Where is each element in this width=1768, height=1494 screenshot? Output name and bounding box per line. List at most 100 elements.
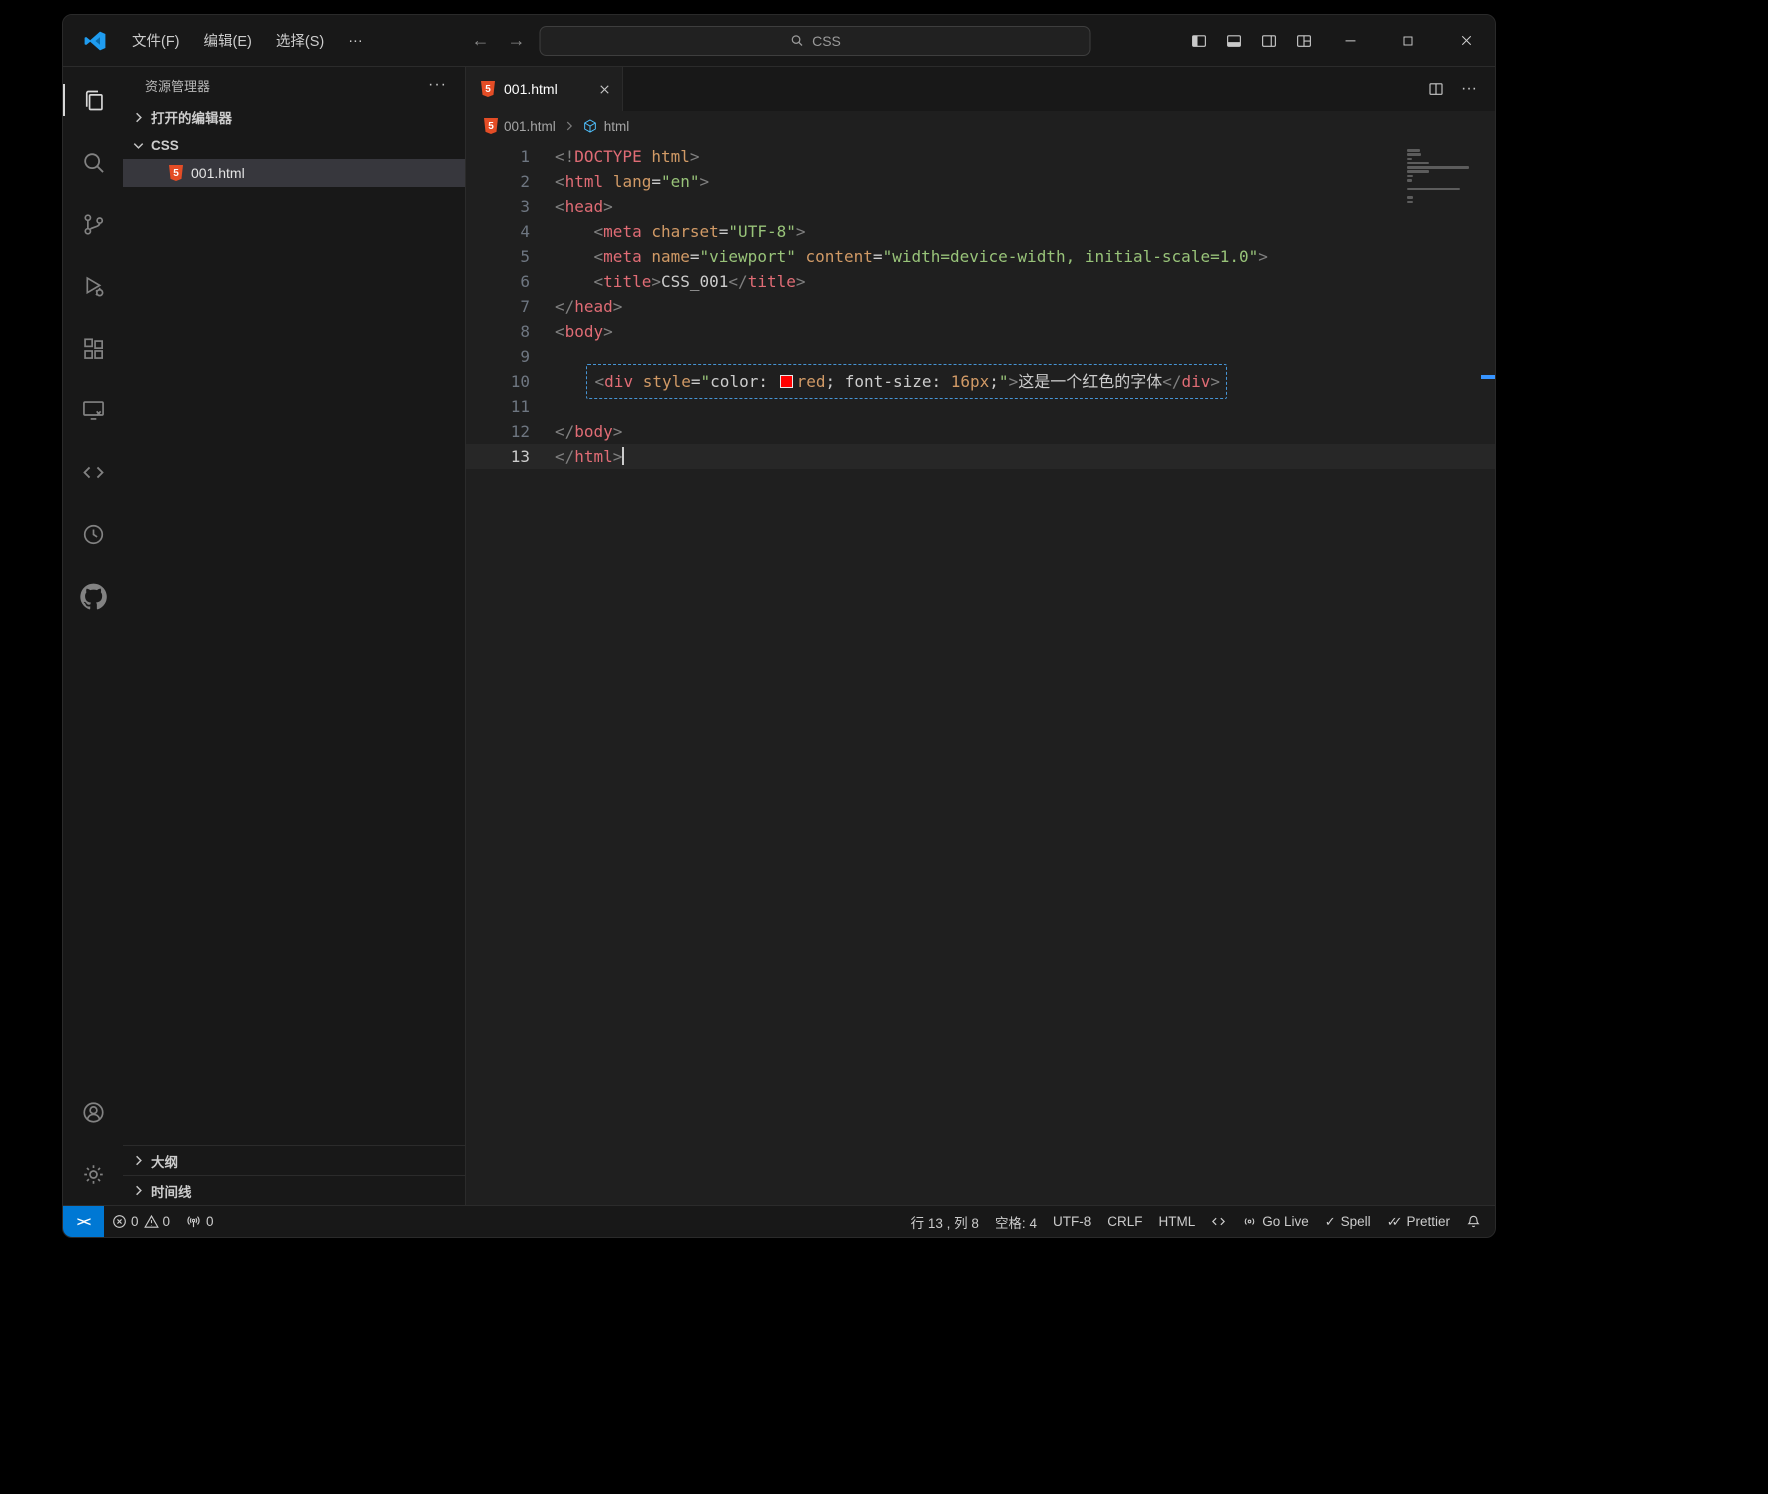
sidebar-title: 资源管理器 — [145, 76, 210, 95]
screen: 文件(F) 编辑(E) 选择(S) ··· ← → CSS — [0, 0, 1768, 1494]
nav-back-icon[interactable]: ← — [468, 30, 494, 51]
editor-actions: ··· — [1427, 67, 1495, 111]
titlebar-right — [1181, 15, 1495, 66]
titlebar: 文件(F) 编辑(E) 选择(S) ··· ← → CSS — [63, 15, 1495, 67]
folder-section-css[interactable]: CSS — [123, 131, 465, 159]
menu-file[interactable]: 文件(F) — [121, 25, 191, 56]
broadcast-icon — [1242, 1214, 1257, 1229]
go-live-label: Go Live — [1262, 1214, 1309, 1229]
line-number: 7 — [466, 294, 530, 319]
status-bar: >< 0 0 0 行 13 , 列 8 空格: 4 UTF-8 CRL — [63, 1205, 1495, 1237]
timeline-icon[interactable] — [63, 503, 123, 565]
account-icon[interactable] — [63, 1081, 123, 1143]
line-number: 4 — [466, 219, 530, 244]
outline-label: 大纲 — [151, 1151, 178, 1171]
breadcrumb-file[interactable]: 001.html — [504, 119, 556, 134]
vscode-window: 文件(F) 编辑(E) 选择(S) ··· ← → CSS — [62, 14, 1496, 1238]
code-line-7[interactable]: 7</head> — [466, 294, 1495, 319]
breadcrumb-symbol[interactable]: html — [604, 119, 630, 134]
go-live-button[interactable]: Go Live — [1234, 1206, 1317, 1237]
remote-indicator[interactable]: >< — [63, 1206, 104, 1237]
ports-status[interactable]: 0 — [178, 1206, 222, 1237]
github-icon[interactable] — [63, 565, 123, 627]
editor-scrollbar[interactable] — [1481, 141, 1495, 1205]
close-icon[interactable] — [1437, 15, 1495, 66]
outline-section[interactable]: 大纲 — [123, 1145, 465, 1175]
error-count: 0 — [131, 1214, 139, 1229]
source-control-icon[interactable] — [63, 193, 123, 255]
line-number: 2 — [466, 169, 530, 194]
code-line-2[interactable]: 2<html lang="en"> — [466, 169, 1495, 194]
search-text: CSS — [812, 33, 841, 49]
line-content: <!DOCTYPE html> — [530, 144, 700, 169]
code-editor[interactable]: 1<!DOCTYPE html>2<html lang="en">3<head>… — [466, 141, 1495, 1205]
code-line-6[interactable]: 6 <title>CSS_001</title> — [466, 269, 1495, 294]
file-item-001-html[interactable]: 5 001.html — [123, 159, 465, 187]
timeline-section[interactable]: 时间线 — [123, 1175, 465, 1205]
extensions-icon[interactable] — [63, 317, 123, 379]
editor-group: 5 001.html ··· 5 001.h — [466, 67, 1495, 1205]
chevron-right-icon — [129, 1152, 147, 1170]
menu-edit[interactable]: 编辑(E) — [193, 25, 263, 56]
settings-gear-icon[interactable] — [63, 1143, 123, 1205]
code-line-10[interactable]: 10 <div style="color: red; font-size: 16… — [466, 369, 1495, 394]
split-editor-icon[interactable] — [1427, 80, 1445, 98]
open-in-browser-icon[interactable] — [1203, 1206, 1234, 1237]
menu-more-icon[interactable]: ··· — [337, 28, 374, 54]
code-line-12[interactable]: 12</body> — [466, 419, 1495, 444]
problems-status[interactable]: 0 0 — [104, 1206, 178, 1237]
encoding[interactable]: UTF-8 — [1045, 1206, 1099, 1237]
nav-forward-icon[interactable]: → — [504, 30, 530, 51]
prettier-label: Prettier — [1406, 1214, 1450, 1229]
sidebar-more-icon[interactable]: ··· — [424, 76, 451, 94]
explorer-sidebar: 资源管理器 ··· 打开的编辑器 CSS 5 — [123, 67, 466, 1205]
cursor-position[interactable]: 行 13 , 列 8 — [903, 1206, 987, 1237]
line-number: 12 — [466, 419, 530, 444]
toggle-sidebar-icon[interactable] — [1181, 24, 1216, 58]
titlebar-left: 文件(F) 编辑(E) 选择(S) ··· — [63, 25, 374, 56]
editor-more-icon[interactable]: ··· — [1461, 80, 1477, 98]
language-mode[interactable]: HTML — [1150, 1206, 1203, 1237]
statusbar-right: 行 13 , 列 8 空格: 4 UTF-8 CRLF HTML Go Live… — [903, 1206, 1495, 1237]
code-line-13[interactable]: 13</html> — [466, 444, 1495, 469]
toggle-secondary-sidebar-icon[interactable] — [1251, 24, 1286, 58]
timeline-label: 时间线 — [151, 1181, 192, 1201]
run-debug-icon[interactable] — [63, 255, 123, 317]
sidebar-spacer — [123, 187, 465, 1145]
warning-count: 0 — [163, 1214, 171, 1229]
code-line-8[interactable]: 8<body> — [466, 319, 1495, 344]
maximize-icon[interactable] — [1379, 15, 1437, 66]
minimap[interactable] — [1407, 149, 1479, 205]
explorer-icon[interactable] — [63, 69, 123, 131]
line-content: <div style="color: red; font-size: 16px;… — [530, 369, 1227, 394]
open-editors-section[interactable]: 打开的编辑器 — [123, 103, 465, 131]
customize-layout-icon[interactable] — [1286, 24, 1321, 58]
code-line-5[interactable]: 5 <meta name="viewport" content="width=d… — [466, 244, 1495, 269]
tab-001-html[interactable]: 5 001.html — [466, 67, 623, 111]
notifications-bell[interactable] — [1458, 1206, 1489, 1237]
activity-bar — [63, 67, 123, 1205]
code-line-1[interactable]: 1<!DOCTYPE html> — [466, 144, 1495, 169]
text-cursor — [622, 447, 624, 465]
minimize-icon[interactable] — [1321, 15, 1379, 66]
search-sidebar-icon[interactable] — [63, 131, 123, 193]
code-preview-icon[interactable] — [63, 441, 123, 503]
menu-selection[interactable]: 选择(S) — [265, 25, 335, 56]
tab-close-icon[interactable] — [597, 82, 612, 97]
search-box[interactable]: CSS — [540, 26, 1091, 56]
indentation[interactable]: 空格: 4 — [987, 1206, 1045, 1237]
spell-checker-status[interactable]: ✓ Spell — [1317, 1206, 1379, 1237]
eol-sequence[interactable]: CRLF — [1099, 1206, 1150, 1237]
code-line-3[interactable]: 3<head> — [466, 194, 1495, 219]
main-area: 资源管理器 ··· 打开的编辑器 CSS 5 — [63, 67, 1495, 1205]
search-icon — [789, 33, 804, 48]
toggle-panel-icon[interactable] — [1216, 24, 1251, 58]
line-content — [530, 394, 555, 419]
code-lines: 1<!DOCTYPE html>2<html lang="en">3<head>… — [466, 144, 1495, 469]
code-line-4[interactable]: 4 <meta charset="UTF-8"> — [466, 219, 1495, 244]
line-content: </body> — [530, 419, 622, 444]
remote-explorer-icon[interactable] — [63, 379, 123, 441]
color-swatch[interactable] — [780, 375, 793, 388]
line-number: 6 — [466, 269, 530, 294]
prettier-status[interactable]: ✓✓ Prettier — [1379, 1206, 1458, 1237]
